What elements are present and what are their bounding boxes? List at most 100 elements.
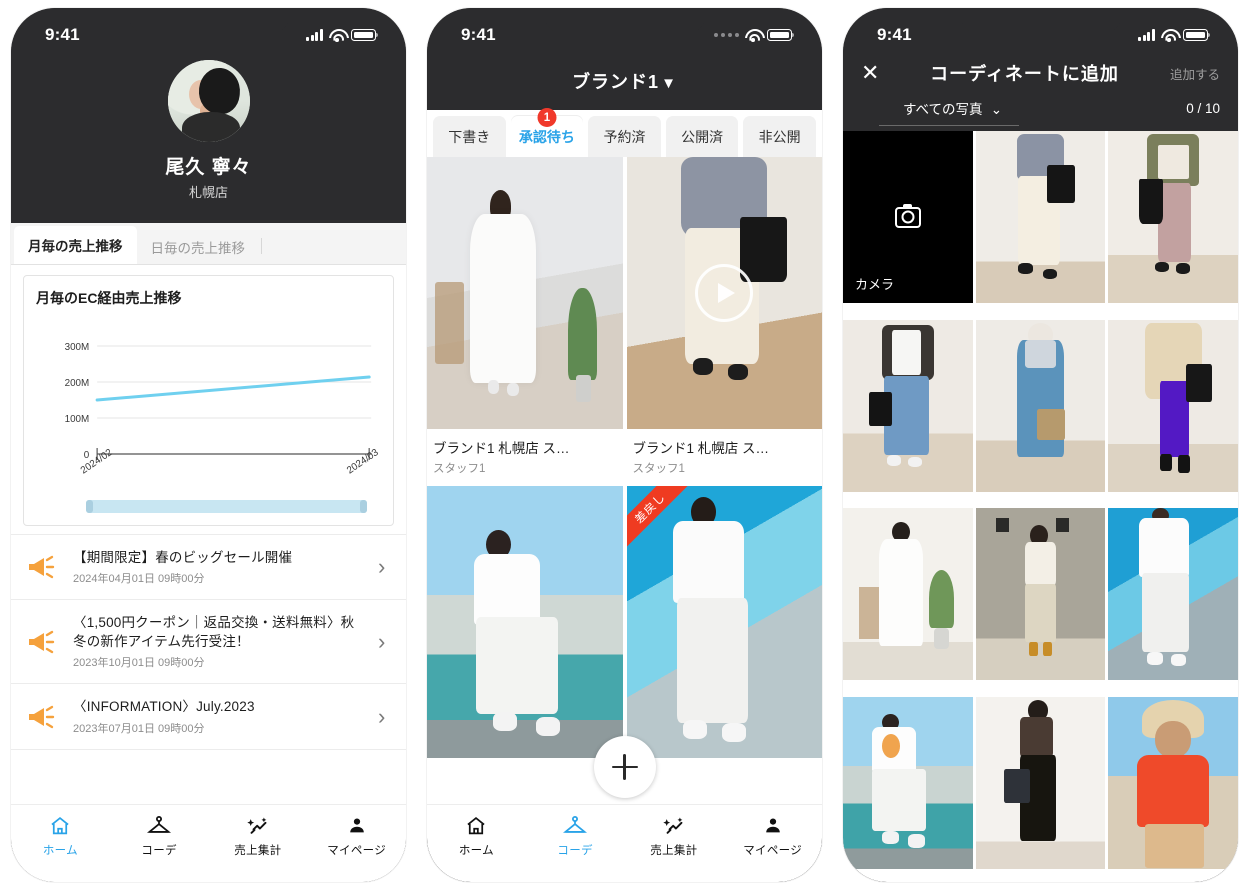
photo-thumbnail[interactable] [1108,508,1238,680]
list-item[interactable]: 【期間限定】春のビッグセール開催 2024年04月01日 09時00分 › [11,535,406,601]
status-tab-strip: 下書き 1 承認待ち 予約済 公開済 非公開 [427,108,822,157]
svg-text:2024/03: 2024/03 [345,447,381,477]
tab-published[interactable]: 公開済 [665,116,739,157]
close-icon[interactable]: ✕ [861,62,887,84]
brand-name: ブランド1 [572,72,660,92]
camera-tile[interactable]: カメラ [843,131,973,303]
notification-title: 【期間限定】春のビッグセール開催 [73,550,293,565]
picker-nav-bar: ✕ コーディネートに追加 追加する [843,56,1238,88]
phone-1-home-screen: 9:41 尾久 寧々 札幌店 月毎の売上推移 日毎の売上推移 月毎のEC経由売上… [11,8,406,882]
bottom-tab-bar: ホーム コーデ 売上集計 マイページ [427,804,822,882]
tab-sales[interactable]: 売上集計 [209,814,308,858]
tab-home[interactable]: ホーム [427,814,526,858]
notification-date: 2024年04月01日 09時00分 [73,573,205,586]
tab-label: 承認待ち [518,129,575,145]
photo-thumbnail[interactable] [975,319,1106,492]
picker-subbar: すべての写真 ⌄ 0 / 10 [843,88,1238,131]
tab-coordinate[interactable]: コーデ [110,814,209,858]
screenshot-stage: 9:41 尾久 寧々 札幌店 月毎の売上推移 日毎の売上推移 月毎のEC経由売上… [0,0,1250,890]
camera-label: カメラ [855,277,895,292]
person-icon [346,814,368,838]
photo-thumbnail[interactable] [843,319,973,492]
photo-thumbnail[interactable] [975,131,1106,303]
chevron-right-icon: › [378,554,386,580]
tab-scheduled[interactable]: 予約済 [588,116,661,157]
photo-thumbnail[interactable] [975,508,1106,680]
tab-divider [261,238,262,254]
tab-sales[interactable]: 売上集計 [625,814,724,858]
sparkle-chart-icon [246,814,270,838]
signal-dots-icon [714,33,739,37]
battery-icon [351,29,379,41]
list-item[interactable]: 〈1,500円クーポン｜返品交換・送料無料〉秋冬の新作アイテム先行受注！ 202… [11,600,406,685]
sparkle-chart-icon [662,814,686,838]
slider-handle-left[interactable] [86,500,93,513]
svg-text:100M: 100M [65,414,90,425]
chart-range-slider[interactable] [86,500,367,513]
post-title: ブランド1 札幌店 ス… [433,441,570,456]
page-title: コーディネートに追加 [930,64,1119,84]
photo-thumbnail[interactable] [975,696,1106,869]
tab-home[interactable]: ホーム [11,814,110,858]
home-icon [49,814,71,838]
tab-coordinate[interactable]: コーデ [526,814,625,858]
profile-store: 札幌店 [188,185,228,200]
tab-label: 売上集計 [650,845,698,857]
album-select[interactable]: すべての写真 ⌄ [861,98,1186,126]
photo-thumbnail[interactable] [1108,131,1238,303]
tab-pending-approval[interactable]: 1 承認待ち [510,108,584,157]
photo-thumbnail[interactable] [1108,696,1238,869]
avatar [167,60,250,142]
post-card[interactable]: 差戻し [626,486,822,758]
home-icon [465,814,487,838]
status-time: 9:41 [877,25,912,44]
bottom-tab-bar: ホーム コーデ 売上集計 マイページ [11,804,406,882]
post-thumbnail [427,157,623,429]
tab-draft[interactable]: 下書き [433,116,506,157]
chart-plot-area: 300M 200M 100M 0 2024/02 2024/03 [36,324,381,492]
notification-list: 【期間限定】春のビッグセール開催 2024年04月01日 09時00分 › 〈1… [11,534,406,750]
notification-title: 〈INFORMATION〉July.2023 [73,699,255,715]
tab-monthly-sales[interactable]: 月毎の売上推移 [14,226,137,264]
slider-handle-right[interactable] [360,500,367,513]
chevron-right-icon: › [378,703,386,729]
brand-selector[interactable]: ブランド1 ▼ [427,56,822,110]
sales-chart-card: 月毎のEC経由売上推移 300M 200M 100M 0 2024/02 202… [23,275,394,526]
photo-thumbnail[interactable] [1108,319,1238,492]
play-icon[interactable] [695,264,754,322]
album-label: すべての写真 [903,102,983,117]
photo-thumbnail[interactable] [843,696,973,869]
phone-notch [544,8,705,34]
tab-mypage[interactable]: マイページ [723,814,822,858]
list-item[interactable]: 〈INFORMATION〉July.2023 2023年07月01日 09時00… [11,684,406,750]
post-grid: ブランド1 札幌店 ス… スタッフ1 ブランド1 札幌店 ス… スタッフ1 差戻… [427,157,822,804]
notification-date: 2023年10月01日 09時00分 [73,657,205,670]
chevron-down-icon: ▼ [661,75,677,92]
notification-title: 〈1,500円クーポン｜返品交換・送料無料〉秋冬の新作アイテム先行受注！ [73,615,355,650]
hanger-icon [563,814,588,838]
svg-text:200M: 200M [65,378,90,389]
photo-thumbnail[interactable] [843,508,973,680]
tab-daily-sales[interactable]: 日毎の売上推移 [137,230,260,264]
post-card[interactable]: ブランド1 札幌店 ス… スタッフ1 [427,157,623,486]
tab-private[interactable]: 非公開 [743,116,816,157]
post-card[interactable] [427,486,623,758]
post-card[interactable]: ブランド1 札幌店 ス… スタッフ1 [626,157,822,486]
wifi-icon [329,29,345,42]
post-thumbnail [427,486,623,758]
status-badge: 1 [537,108,557,127]
chart-title: 月毎のEC経由売上推移 [36,290,182,306]
add-post-button[interactable] [593,736,656,798]
add-button[interactable]: 追加する [1162,64,1220,83]
post-staff: スタッフ1 [433,463,486,475]
camera-icon [894,203,921,228]
phone-notch [128,8,289,34]
tab-label: ホーム [458,845,494,857]
megaphone-icon [27,554,59,580]
tab-label: マイページ [743,845,803,857]
battery-icon [1183,29,1211,41]
battery-icon [767,29,795,41]
tab-label: ホーム [42,845,78,857]
megaphone-icon [27,704,59,730]
tab-mypage[interactable]: マイページ [307,814,406,858]
